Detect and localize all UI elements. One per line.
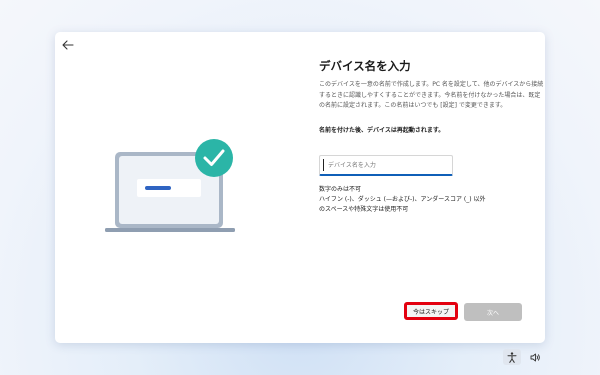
text-caret — [323, 159, 324, 171]
back-arrow-icon[interactable] — [61, 38, 75, 52]
restart-note: 名前を付けた後、デバイスは再起動されます。 — [319, 127, 445, 134]
laptop-illustration — [105, 139, 235, 232]
volume-icon[interactable] — [528, 349, 542, 365]
skip-button[interactable]: 今はスキップ — [404, 302, 458, 320]
rule-line: 数字のみは不可 — [319, 186, 362, 193]
accessibility-icon[interactable] — [503, 349, 521, 365]
page-title: デバイス名を入力 — [319, 59, 411, 73]
next-button[interactable]: 次へ — [464, 303, 522, 321]
rule-line: ハイフン (-)、ダッシュ (—および-)、アンダースコア (_) 以外 — [319, 196, 486, 203]
description-text: このデバイスを一意の名前で作成します。PC 名を設定して、他のデバイスから接続す… — [319, 81, 544, 109]
device-name-input[interactable] — [319, 155, 453, 176]
naming-rules: 数字のみは不可 ハイフン (-)、ダッシュ (—および-)、アンダースコア (_… — [319, 185, 545, 215]
rule-line: のスペースや特殊文字は使用不可 — [319, 206, 409, 213]
checkmark-icon — [195, 139, 233, 177]
setup-dialog: デバイス名を入力 このデバイスを一意の名前で作成します。PC 名を設定して、他の… — [55, 32, 545, 343]
